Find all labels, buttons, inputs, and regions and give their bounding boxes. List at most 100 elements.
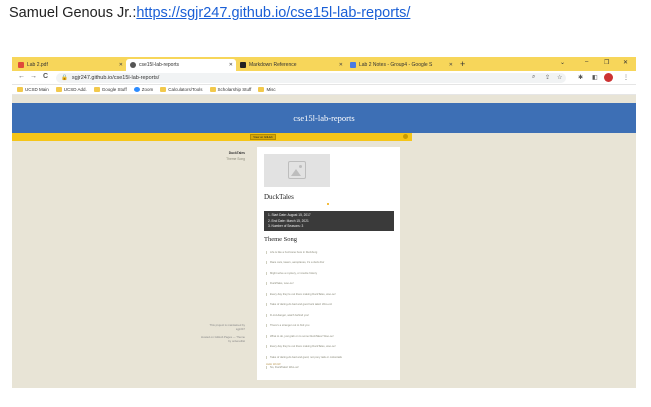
close-icon[interactable]: ✕ [339, 62, 343, 68]
list-item: 3. Number of Seasons: 3 [268, 224, 304, 228]
tab-search-icon[interactable]: ⌄ [560, 59, 565, 66]
list-item: Every day they're out there making DuckT… [266, 342, 392, 353]
forward-icon[interactable]: → [30, 73, 37, 80]
content-card: DuckTales 1. Start Date: August 15, 2017… [257, 147, 400, 380]
bookmark-ucsd-add[interactable]: UCSD Add. [55, 87, 87, 92]
folder-icon [17, 87, 23, 92]
quote-bar [266, 334, 267, 338]
list-item: Might solve a mystery, or rewrite histor… [266, 268, 392, 279]
lab-reports-link[interactable]: https://sgjr247.github.io/cse15l-lab-rep… [136, 5, 410, 21]
lyric-text: Race cars, lasers, aeroplanes, it's a du… [270, 261, 325, 265]
avatar[interactable] [604, 73, 613, 82]
window-close-icon[interactable]: ✕ [623, 59, 628, 66]
folder-icon [258, 87, 265, 92]
folder-icon [160, 87, 167, 92]
zoom-icon[interactable]: ⌕ [532, 74, 535, 81]
github-octocat-icon [403, 134, 408, 139]
bookmark-ucsd-main[interactable]: UCSD Main [17, 87, 49, 92]
page-content: cse15l-lab-reports View on GitHub DuckTa… [12, 95, 636, 388]
browser-screenshot: Lab 2.pdf ✕ cse15l-lab-reports ✕ Markdow… [12, 57, 636, 388]
sidepanel-icon[interactable]: ◧ [592, 74, 598, 81]
list-item: D-d-d-danger, watch behind you! [266, 310, 392, 321]
lyric-text: D-d-d-danger, watch behind you! [270, 313, 309, 317]
lyric-text: Might solve a mystery, or rewrite histor… [270, 271, 318, 275]
quote-bar [266, 313, 267, 317]
site-title: cse15l-lab-reports [293, 113, 355, 123]
list-item: There's a stranger out to find you [266, 321, 392, 332]
tab-label: cse15l-lab-reports [139, 62, 180, 68]
bookmark-label: Misc [266, 87, 276, 92]
decorative-dot [327, 203, 329, 205]
bookmark-label: Google Stuff [101, 87, 127, 92]
github-icon [130, 62, 136, 68]
list-item: Race cars, lasers, aeroplanes, it's a du… [266, 258, 392, 269]
folder-icon [55, 87, 62, 92]
menu-icon[interactable]: ⋮ [623, 74, 629, 81]
list-item: What to do, just grab on to some DuckTal… [266, 331, 392, 342]
lyric-text: Every day they're out there making DuckT… [270, 345, 336, 349]
quote-bar [266, 250, 267, 254]
bookmark-calculators[interactable]: Calculators/Tools [160, 87, 203, 92]
lyric-text: Every day they're out there making DuckT… [270, 292, 336, 296]
lyric-text: Tales of daring-do bad and good, not pon… [270, 355, 342, 359]
folder-icon [93, 87, 100, 92]
bookmark-label: Calculators/Tools [168, 87, 203, 92]
bookmark-star-icon[interactable]: ☆ [557, 74, 562, 81]
sidebar-hosted: Hosted on GitHub Pages — Theme by ordere… [201, 335, 245, 343]
quote-bar [266, 355, 267, 359]
extensions-icon[interactable]: ✱ [578, 74, 583, 81]
lock-icon: 🔒 [61, 75, 68, 81]
restore-icon[interactable]: ❐ [604, 59, 609, 66]
share-icon[interactable]: ⇪ [545, 74, 550, 81]
quote-bar [266, 303, 267, 307]
folder-icon [209, 87, 216, 92]
list-item: Tales of daring-do bad and good luck tal… [266, 300, 392, 311]
quote-bar [266, 282, 267, 286]
view-on-github-button[interactable]: View on GitHub [250, 134, 276, 140]
browser-toolbar: ← → C 🔒 sgjr247.github.io/cse15l-lab-rep… [12, 71, 636, 85]
tab-label: Lab 2.pdf [27, 62, 48, 68]
lyric-text: DuckTales, woo-oo! [270, 282, 294, 286]
list-item: Tales of daring-do bad and good, not pon… [266, 352, 392, 363]
quote-bar [266, 261, 267, 265]
list-item: Every day they're out there making DuckT… [266, 289, 392, 300]
bookmark-google-stuff[interactable]: Google Stuff [93, 87, 127, 92]
bookmark-scholarship[interactable]: Scholarship Stuff [209, 87, 251, 92]
google-docs-icon [350, 62, 356, 68]
tab-label: Markdown Reference [249, 62, 297, 68]
close-icon[interactable]: ✕ [119, 62, 123, 68]
close-icon[interactable]: ✕ [229, 62, 233, 68]
sidebar-info: DuckTales Theme Song [226, 151, 245, 161]
back-icon[interactable]: ← [18, 73, 25, 80]
tab-lab2-pdf[interactable]: Lab 2.pdf ✕ [14, 59, 126, 71]
dates-list: 1. Start Date: August 15, 2017 2. End Da… [264, 211, 394, 231]
zoom-app-icon [133, 87, 140, 92]
quote-bar [266, 292, 267, 296]
reload-icon[interactable]: C [43, 73, 48, 80]
address-bar[interactable]: 🔒 sgjr247.github.io/cse15l-lab-reports/ [56, 73, 566, 83]
bookmark-label: Zoom [141, 87, 154, 92]
section-heading: Theme Song [264, 236, 298, 243]
bookmark-misc[interactable]: Misc [258, 87, 276, 92]
quote-bar [266, 366, 267, 370]
close-icon[interactable]: ✕ [449, 62, 453, 68]
bookmark-zoom[interactable]: Zoom [133, 87, 154, 92]
quote-bar [266, 345, 267, 349]
caption-prefix: Samuel Genous Jr.: [9, 5, 137, 21]
tab-cse15l-lab-reports[interactable]: cse15l-lab-reports ✕ [126, 59, 236, 71]
list-item: No, DuckTales! Woo-oo! [266, 363, 392, 374]
minimize-icon[interactable]: – [585, 59, 588, 65]
tab-lab2-notes[interactable]: Lab 2 Notes - Group4 - Google S ✕ [346, 59, 456, 71]
quote-bar [266, 324, 267, 328]
lyric-text: Tales of daring-do bad and good luck tal… [270, 303, 333, 307]
tab-markdown-reference[interactable]: Markdown Reference ✕ [236, 59, 346, 71]
sidebar-maintainer: This project is maintained by sgjr247 [209, 323, 245, 331]
markdown-icon [240, 62, 246, 68]
bookmark-label: UCSD Main [25, 87, 49, 92]
lyric-text: What to do, just grab on to some DuckTal… [270, 334, 334, 338]
new-tab-button[interactable]: + [460, 59, 465, 69]
github-bar: View on GitHub [12, 133, 412, 141]
lyric-text: There's a stranger out to find you [270, 324, 310, 328]
pdf-icon [18, 62, 24, 68]
trailing-text: Hello World! [266, 363, 281, 366]
